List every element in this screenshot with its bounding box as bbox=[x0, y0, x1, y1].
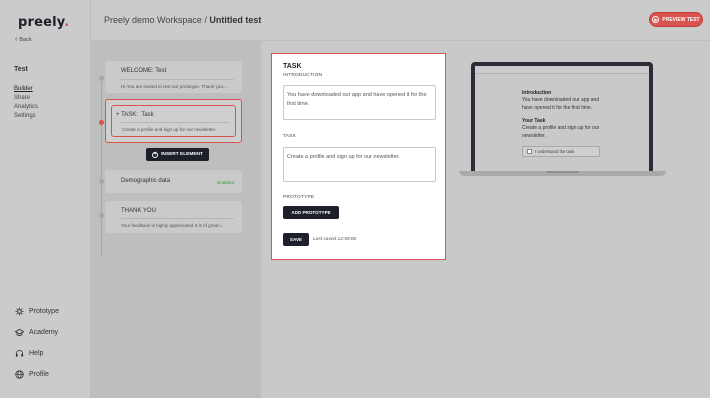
timeline-dot bbox=[99, 179, 104, 184]
test-name[interactable]: Untitled test bbox=[209, 15, 261, 25]
plus-icon: + bbox=[152, 151, 159, 158]
preview-task: Your Task Create a profile and sign up f… bbox=[522, 118, 600, 139]
nav-item-builder[interactable]: Builder bbox=[14, 86, 38, 92]
thank-you-card[interactable]: THANK YOU Your feedback is highly apprec… bbox=[105, 201, 242, 233]
nav-prototype[interactable]: Prototype bbox=[15, 306, 59, 316]
prototype-icon bbox=[15, 306, 24, 316]
timeline-dot bbox=[99, 76, 104, 81]
demographic-card[interactable]: Demographic data Enabled bbox=[105, 170, 242, 193]
divider bbox=[121, 79, 234, 80]
timeline-dot bbox=[99, 213, 104, 218]
task-card-inner bbox=[111, 105, 236, 137]
globe-icon bbox=[15, 369, 24, 379]
section-title: Test bbox=[14, 66, 28, 73]
preview-understand-checkbox: I understand the task bbox=[522, 146, 600, 157]
bottom-navigation: Prototype Academy Help Profile bbox=[15, 306, 59, 379]
insert-element-button[interactable]: + INSERT ELEMENT bbox=[146, 148, 209, 161]
academy-icon bbox=[15, 328, 24, 336]
divider bbox=[121, 122, 229, 123]
prototype-label: PROTOTYPE bbox=[283, 195, 315, 200]
nav-help[interactable]: Help bbox=[15, 348, 59, 358]
back-link[interactable]: ‹ Back bbox=[15, 36, 32, 43]
checkbox-icon bbox=[527, 149, 532, 154]
sub-navigation: Builder Share Analytics Settings bbox=[14, 86, 38, 119]
workspace-name[interactable]: Preely demo Workspace / bbox=[104, 15, 207, 25]
laptop-preview: Introduction You have downloaded our app… bbox=[471, 62, 653, 171]
preview-topbar bbox=[475, 66, 649, 74]
preview-introduction: Introduction You have downloaded our app… bbox=[522, 90, 600, 111]
last-saved-text: Last saved 12:59:00 bbox=[313, 237, 357, 242]
headset-icon bbox=[15, 349, 24, 357]
panel-title: TASK bbox=[283, 63, 302, 70]
divider bbox=[121, 218, 234, 219]
top-bar: Preely demo Workspace / Untitled test ▶ … bbox=[91, 0, 710, 41]
timeline-line bbox=[101, 76, 102, 256]
task-editor-panel: TASK INTRODUCTION You have downloaded ou… bbox=[271, 53, 446, 260]
task-label: TASK bbox=[283, 134, 296, 139]
builder-list: WELCOME: Test Hi,You are invited to test… bbox=[91, 41, 261, 398]
welcome-card[interactable]: WELCOME: Test Hi,You are invited to test… bbox=[105, 61, 242, 93]
timeline-dot-active bbox=[99, 120, 104, 125]
introduction-field[interactable]: You have downloaded our app and have ope… bbox=[283, 85, 436, 120]
preview-screen: Introduction You have downloaded our app… bbox=[475, 66, 649, 171]
introduction-label: INTRODUCTION bbox=[283, 73, 323, 78]
save-button[interactable]: SAVE bbox=[283, 233, 309, 246]
left-nav: preely. ‹ Back Test Builder Share Analyti… bbox=[0, 0, 91, 398]
preview-test-button[interactable]: ▶ PREVIEW TEST bbox=[649, 12, 703, 27]
nav-item-analytics[interactable]: Analytics bbox=[14, 104, 38, 110]
nav-profile[interactable]: Profile bbox=[15, 369, 59, 379]
laptop-notch bbox=[546, 171, 579, 173]
add-prototype-button[interactable]: ADD PROTOTYPE bbox=[283, 206, 339, 219]
task-card[interactable]: + TASK: Task Create a profile and sign u… bbox=[105, 99, 242, 143]
logo[interactable]: preely. bbox=[18, 15, 69, 30]
breadcrumb: Preely demo Workspace / Untitled test bbox=[104, 15, 261, 25]
chevron-left-icon: ‹ bbox=[15, 36, 18, 43]
status-badge: Enabled bbox=[217, 180, 234, 185]
nav-item-settings[interactable]: Settings bbox=[14, 113, 38, 119]
nav-item-share[interactable]: Share bbox=[14, 95, 38, 101]
nav-academy[interactable]: Academy bbox=[15, 327, 59, 337]
play-icon: ▶ bbox=[652, 16, 660, 23]
task-field[interactable]: Create a profile and sign up for our new… bbox=[283, 147, 436, 182]
